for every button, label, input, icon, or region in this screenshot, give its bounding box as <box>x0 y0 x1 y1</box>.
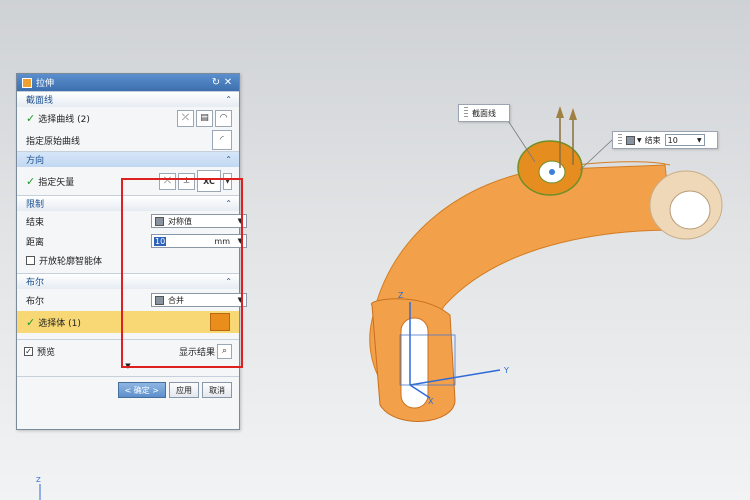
specify-origin-curve-row[interactable]: 指定原始曲线 ◜ <box>17 129 239 151</box>
chevron-up-icon[interactable]: ⌃ <box>225 277 232 286</box>
reverse-direction-icon[interactable]: ⤫ <box>159 172 176 190</box>
solid-body-icon[interactable] <box>210 313 230 331</box>
open-profile-checkbox[interactable] <box>26 255 35 265</box>
specify-origin-curve-label: 指定原始曲线 <box>26 136 81 147</box>
group-header-direction[interactable]: 方向 ⌃ <box>17 151 239 167</box>
specify-vector-label: 指定矢量 <box>38 177 75 188</box>
vector-dialog-icon[interactable]: ⟂ <box>178 172 195 190</box>
symmetric-icon <box>155 216 164 226</box>
magnifier-icon[interactable]: ⌕ <box>217 343 232 359</box>
end-callout-label: 结束 <box>644 135 661 145</box>
section-header-label: 截面线 <box>26 96 54 106</box>
open-profile-row[interactable]: 开放轮廓智能体 <box>17 251 239 269</box>
chevron-down-icon: ▼ <box>237 296 243 304</box>
curve-rule-icon[interactable]: ⤫ <box>177 109 194 127</box>
distance-value: 10 <box>154 236 167 246</box>
ok-button[interactable]: < 确定 > <box>117 382 166 398</box>
group-header-boolean[interactable]: 布尔 ⌃ <box>17 273 239 289</box>
dialog-titlebar[interactable]: 拉伸 ↻ ✕ <box>17 74 239 91</box>
group-header-section[interactable]: 截面线 ⌃ <box>17 91 239 107</box>
axis-y-label: Y <box>503 366 509 375</box>
chevron-down-icon[interactable]: ▼ <box>697 137 702 144</box>
end-select-value: 对称值 <box>168 216 192 226</box>
preview-label: 预览 <box>37 347 56 358</box>
limits-header-label: 限制 <box>26 200 45 210</box>
chevron-down-icon: ▼ <box>237 217 243 225</box>
boolean-select-value: 合并 <box>168 295 184 305</box>
end-callout-value: 10 <box>667 135 678 145</box>
unite-icon <box>155 295 164 305</box>
open-profile-label: 开放轮廓智能体 <box>39 256 103 267</box>
end-select[interactable]: 对称值 ▼ <box>151 214 247 228</box>
preview-row: ✓ 预览 显示结果 ⌕ <box>17 340 239 362</box>
vector-option-button[interactable]: XC <box>197 170 221 192</box>
section-callout[interactable]: 截面线 <box>458 104 510 122</box>
select-body-row[interactable]: ✓ 选择体 (1) <box>17 311 239 333</box>
distance-row: 距离 10 mm ▼ <box>17 231 247 251</box>
boolean-row: 布尔 合并 ▼ <box>17 289 247 311</box>
specify-vector-row[interactable]: ✓ 指定矢量 ⤫ ⟂ XC ▼ <box>17 167 239 195</box>
curve-icon[interactable]: ◠ <box>215 109 232 127</box>
cancel-button[interactable]: 取消 <box>202 382 232 398</box>
axis-x-label: X <box>428 397 434 406</box>
boolean-select[interactable]: 合并 ▼ <box>151 293 247 307</box>
select-curve-label: 选择曲线 (2) <box>38 114 90 125</box>
chevron-up-icon[interactable]: ⌃ <box>225 199 232 208</box>
action-buttons-row: < 确定 > 应用 取消 <box>17 377 239 403</box>
checkmark-icon: ✓ <box>26 315 36 329</box>
checkmark-icon: ✓ <box>26 174 36 188</box>
checkmark-icon: ✓ <box>26 111 36 125</box>
chevron-down-icon[interactable]: ▼ <box>238 237 243 245</box>
close-icon[interactable]: ✕ <box>222 77 234 88</box>
extrude-icon <box>22 77 32 88</box>
end-row: 结束 对称值 ▼ <box>17 211 247 231</box>
section-callout-label: 截面线 <box>472 108 496 118</box>
chevron-down-icon[interactable]: ▼ <box>637 137 642 144</box>
more-options-chevron-icon[interactable]: ▼ <box>17 362 239 372</box>
axis-z-label: Z <box>398 291 404 300</box>
mini-axis-z-label: Z <box>36 476 41 484</box>
group-header-limits[interactable]: 限制 ⌃ <box>17 195 239 211</box>
select-body-label: 选择体 (1) <box>38 318 81 329</box>
grip-handle[interactable] <box>464 107 468 119</box>
reset-icon[interactable]: ↻ <box>210 77 222 88</box>
preview-checkbox[interactable]: ✓ <box>24 346 33 356</box>
cube-icon <box>626 135 635 145</box>
apply-button[interactable]: 应用 <box>169 382 199 398</box>
grip-handle[interactable] <box>618 134 622 146</box>
extrude-dialog: 拉伸 ↻ ✕ 截面线 ⌃ ✓ 选择曲线 (2) ⤫ ▤ ◠ 指定原始曲线 ◜ 方… <box>16 73 247 430</box>
sketch-section-icon[interactable]: ▤ <box>196 109 213 127</box>
end-callout-input[interactable]: 10 ▼ <box>664 134 705 146</box>
chevron-up-icon[interactable]: ⌃ <box>225 155 232 164</box>
show-result-label: 显示结果 <box>178 347 215 358</box>
distance-input[interactable]: 10 mm ▼ <box>151 234 247 248</box>
select-curve-row[interactable]: ✓ 选择曲线 (2) ⤫ ▤ ◠ <box>17 107 239 129</box>
chevron-down-icon[interactable]: ▼ <box>223 172 232 190</box>
dialog-title: 拉伸 <box>36 79 55 89</box>
distance-unit: mm <box>214 236 230 246</box>
chevron-up-icon[interactable]: ⌃ <box>225 95 232 104</box>
end-callout[interactable]: ▼ 结束 10 ▼ <box>612 131 718 149</box>
direction-header-label: 方向 <box>26 156 45 166</box>
origin-curve-icon[interactable]: ◜ <box>212 130 232 150</box>
boolean-header-label: 布尔 <box>26 278 45 288</box>
